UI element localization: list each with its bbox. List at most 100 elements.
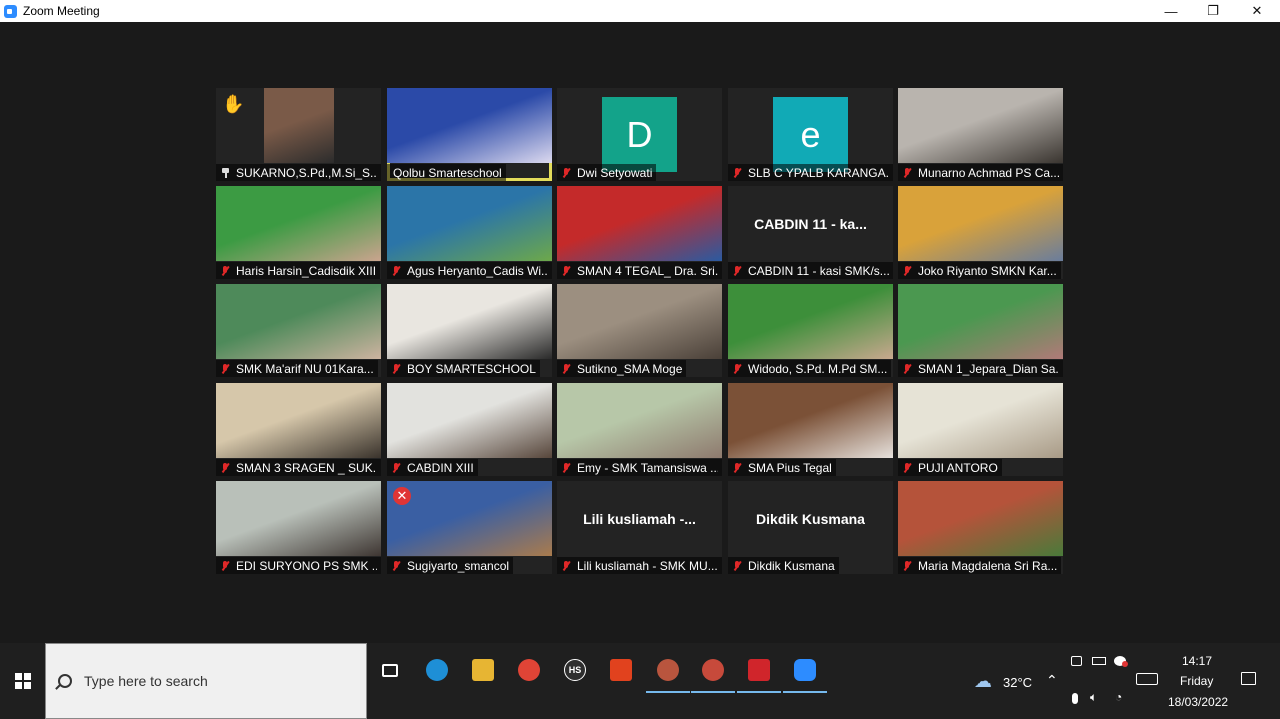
task-view-taskbar-button[interactable] xyxy=(368,651,412,689)
microphone-icon[interactable] xyxy=(1072,693,1078,704)
file-explorer-taskbar-button[interactable] xyxy=(461,651,505,689)
participant-name: SMAN 4 TEGAL_ Dra. Sri... xyxy=(577,263,718,278)
participant-video xyxy=(216,186,381,261)
participant-video xyxy=(216,481,381,556)
participant-tile[interactable]: Maria Magdalena Sri Ra... xyxy=(898,481,1063,574)
participant-video xyxy=(557,383,722,458)
participant-video xyxy=(557,186,722,261)
camera-tray-icon[interactable] xyxy=(1071,656,1082,666)
microphone-muted-icon xyxy=(560,462,574,474)
participant-name: EDI SURYONO PS SMK ... xyxy=(236,558,377,573)
participant-tile[interactable]: Lili kusliamah -... Lili kusliamah - SMK … xyxy=(557,481,722,574)
participant-display-name: Lili kusliamah -... xyxy=(583,511,696,527)
chrome-profile-k-taskbar-button[interactable] xyxy=(646,651,690,693)
close-button[interactable]: ✕ xyxy=(1236,0,1278,22)
participant-tile[interactable]: Dikdik Kusmana Dikdik Kusmana xyxy=(728,481,893,574)
participant-name-bar: SMAN 1_Jepara_Dian Sa... xyxy=(898,360,1063,377)
keyboard-icon[interactable] xyxy=(1136,673,1158,685)
chrome-icon xyxy=(518,659,540,681)
microphone-muted-icon xyxy=(901,167,915,179)
chrome-profile-2-taskbar-button[interactable] xyxy=(691,651,735,693)
participant-video xyxy=(387,383,552,458)
microphone-muted-icon xyxy=(390,265,404,277)
participant-video xyxy=(216,383,381,458)
clock-date[interactable]: 18/03/2022 xyxy=(1168,695,1228,709)
participant-tile[interactable]: CABDIN XIII xyxy=(387,383,552,476)
task-view-icon xyxy=(382,663,398,677)
participant-tile[interactable]: ✕ Sugiyarto_smancol xyxy=(387,481,552,574)
microphone-muted-icon xyxy=(731,560,745,572)
participant-name-bar: SMAN 4 TEGAL_ Dra. Sri... xyxy=(557,262,722,279)
participant-name-bar: Haris Harsin_Cadisdik XIII xyxy=(216,262,381,279)
pdf-app-taskbar-button[interactable] xyxy=(737,651,781,693)
participant-display-name: Dikdik Kusmana xyxy=(756,511,865,527)
wifi-icon[interactable]: ◔ xyxy=(1115,690,1122,704)
microphone-muted-icon xyxy=(731,167,745,179)
participant-name: Munarno Achmad PS Ca... xyxy=(918,165,1059,180)
participant-tile[interactable]: Widodo, S.Pd. M.Pd SM... xyxy=(728,284,893,377)
participant-name: Joko Riyanto SMKN Kar... xyxy=(918,263,1057,278)
taskbar-search-box[interactable]: Type here to search xyxy=(45,643,367,719)
weather-icon[interactable]: ☁ xyxy=(974,671,992,692)
volume-icon[interactable]: 🔈︎ xyxy=(1090,690,1097,705)
participant-name-bar: Lili kusliamah - SMK MU... xyxy=(557,557,722,574)
participant-initial-avatar: e xyxy=(773,97,848,172)
participant-tile[interactable]: Munarno Achmad PS Ca... xyxy=(898,88,1063,181)
clock-day[interactable]: Friday xyxy=(1180,674,1213,688)
search-placeholder: Type here to search xyxy=(84,673,208,689)
participant-video xyxy=(898,186,1063,261)
participant-name: Maria Magdalena Sri Ra... xyxy=(918,558,1058,573)
participant-tile[interactable]: SMAN 1_Jepara_Dian Sa... xyxy=(898,284,1063,377)
chrome-taskbar-button[interactable] xyxy=(507,651,551,689)
minimize-button[interactable]: — xyxy=(1150,0,1192,22)
windows-taskbar: Type here to search HS ☁ 32°C ⌃ 🔈︎ ◔ 14:… xyxy=(0,643,1280,719)
participant-tile[interactable]: PUJI ANTORO xyxy=(898,383,1063,476)
participant-tile[interactable]: D Dwi Setyowati xyxy=(557,88,722,181)
participant-tile[interactable]: e SLB C YPALB KARANGA... xyxy=(728,88,893,181)
pin-icon xyxy=(219,167,233,179)
office-icon xyxy=(610,659,632,681)
title-bar: Zoom Meeting — ❐ ✕ xyxy=(0,0,1280,22)
office-taskbar-button[interactable] xyxy=(599,651,643,689)
edge-taskbar-button[interactable] xyxy=(415,651,459,689)
raised-hand-icon: ✋ xyxy=(222,94,245,114)
participant-tile[interactable]: SMAN 4 TEGAL_ Dra. Sri... xyxy=(557,186,722,279)
notifications-icon[interactable] xyxy=(1241,672,1256,685)
participant-display-name: CABDIN 11 - ka... xyxy=(754,216,867,232)
participant-name: SUKARNO,S.Pd.,M.Si_S... xyxy=(236,165,377,180)
microphone-muted-icon xyxy=(901,560,915,572)
participant-initial-avatar: D xyxy=(602,97,677,172)
participant-tile[interactable]: ✋ SUKARNO,S.Pd.,M.Si_S... xyxy=(216,88,381,181)
participant-name: PUJI ANTORO xyxy=(918,460,998,475)
participant-tile[interactable]: SMA Pius Tegal xyxy=(728,383,893,476)
microphone-muted-icon xyxy=(731,462,745,474)
participant-tile[interactable]: Agus Heryanto_Cadis Wi... xyxy=(387,186,552,279)
participant-tile[interactable]: SMAN 3 SRAGEN _ SUK... xyxy=(216,383,381,476)
participant-name: Dikdik Kusmana xyxy=(748,558,835,573)
zoom-taskbar-button[interactable] xyxy=(783,651,827,693)
maximize-button[interactable]: ❐ xyxy=(1192,0,1234,22)
participant-tile[interactable]: EDI SURYONO PS SMK ... xyxy=(216,481,381,574)
chevron-up-icon[interactable]: ⌃ xyxy=(1046,672,1058,689)
participant-name-bar: CABDIN 11 - kasi SMK/s... xyxy=(728,262,893,279)
participant-tile[interactable]: SMK Ma'arif NU 01Kara... xyxy=(216,284,381,377)
edge-icon xyxy=(426,659,448,681)
participant-tile[interactable]: BOY SMARTESCHOOL xyxy=(387,284,552,377)
clock-time[interactable]: 14:17 xyxy=(1182,654,1212,668)
start-button[interactable] xyxy=(0,643,45,719)
participant-name: BOY SMARTESCHOOL xyxy=(407,361,536,376)
participant-tile[interactable]: Joko Riyanto SMKN Kar... xyxy=(898,186,1063,279)
participant-video xyxy=(728,284,893,359)
battery-icon[interactable] xyxy=(1092,657,1106,665)
participant-tile[interactable]: Emy - SMK Tamansiswa ... xyxy=(557,383,722,476)
file-explorer-icon xyxy=(472,659,494,681)
participant-tile[interactable]: Sutikno_SMA Moge xyxy=(557,284,722,377)
microphone-muted-icon xyxy=(731,265,745,277)
participant-tile[interactable]: Qolbu Smarteschool xyxy=(387,88,552,181)
participant-tile[interactable]: Haris Harsin_Cadisdik XIII xyxy=(216,186,381,279)
participant-name-bar: CABDIN XIII xyxy=(387,459,478,476)
weather-temperature[interactable]: 32°C xyxy=(1003,675,1032,690)
hs-app-taskbar-button[interactable]: HS xyxy=(553,651,597,689)
participant-tile[interactable]: CABDIN 11 - ka... CABDIN 11 - kasi SMK/s.… xyxy=(728,186,893,279)
participant-video xyxy=(387,284,552,359)
